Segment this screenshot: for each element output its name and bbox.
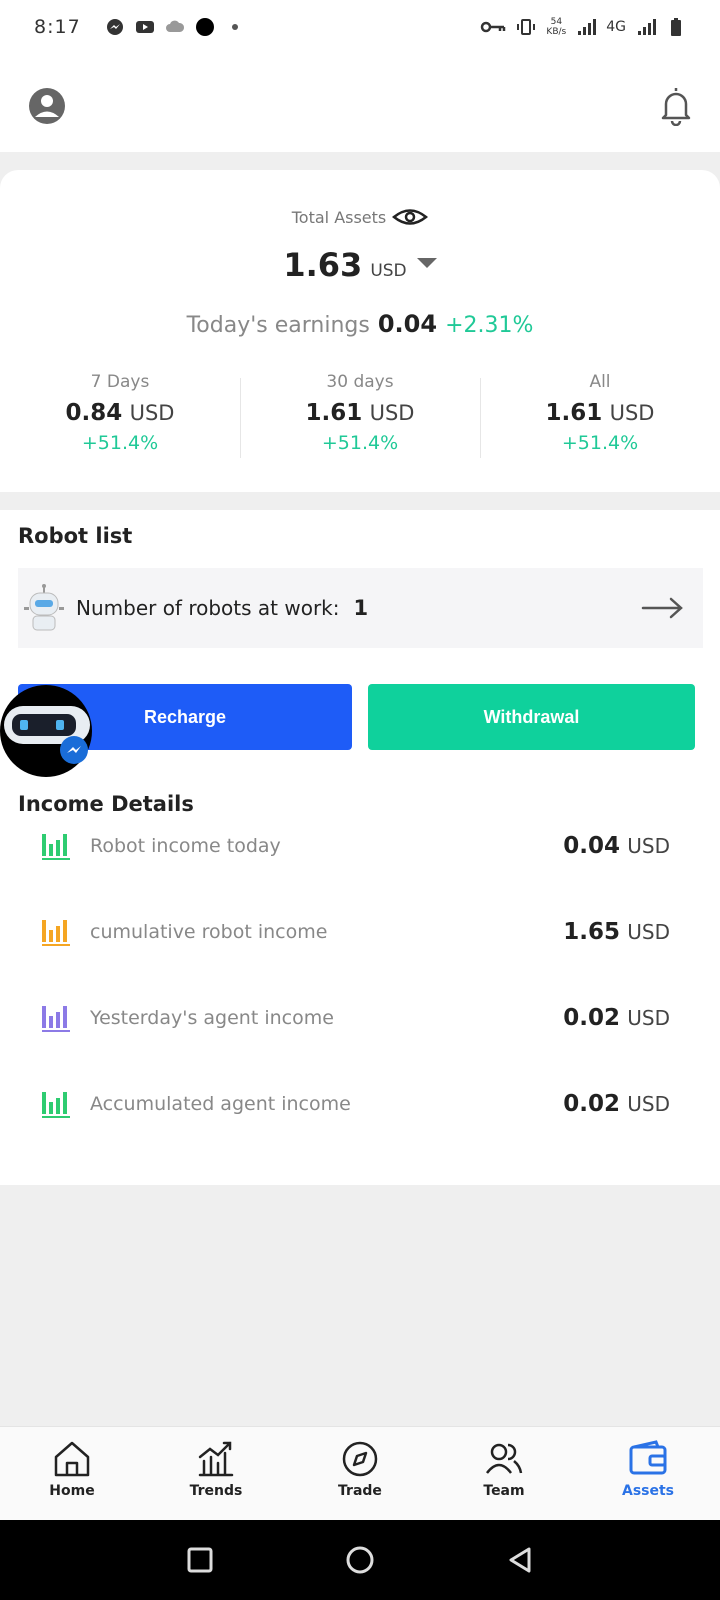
total-amount-row: 1.63 USD — [0, 246, 720, 284]
robot-list-title: Robot list — [18, 524, 133, 548]
compass-icon — [342, 1441, 378, 1477]
income-label: Yesterday's agent income — [90, 1007, 334, 1029]
robot-icon — [24, 584, 64, 631]
system-navigation-bar — [0, 1520, 720, 1600]
stat-pct: +51.4% — [321, 432, 399, 454]
vibrate-icon — [517, 19, 536, 35]
nav-label: Trends — [189, 1483, 243, 1499]
vpn-key-icon — [481, 21, 506, 33]
withdrawal-button[interactable]: Withdrawal — [368, 684, 695, 750]
signal-icon — [578, 19, 597, 35]
stat-label: 30 days — [326, 372, 394, 392]
nav-trade[interactable]: Trade — [288, 1427, 432, 1520]
speed-value: 54 — [550, 17, 563, 27]
robot-income-section: Robot list Number of robots at work: 1 R… — [0, 510, 720, 1185]
today-earnings-row: Today's earnings 0.04 +2.31% — [0, 310, 720, 338]
income-details-title: Income Details — [18, 792, 194, 816]
battery-icon — [671, 18, 681, 36]
today-earnings-pct: +2.31% — [445, 313, 534, 338]
income-row: Accumulated agent income 0.02 USD — [40, 1084, 670, 1124]
recents-icon[interactable] — [185, 1545, 215, 1575]
bar-chart-icon — [42, 1092, 70, 1118]
nav-label: Team — [483, 1483, 525, 1499]
nav-label: Trade — [338, 1483, 382, 1499]
floating-robot-chat-icon[interactable] — [0, 676, 92, 786]
wallet-icon — [629, 1440, 667, 1475]
nav-team[interactable]: Team — [432, 1427, 576, 1520]
nav-label: Home — [49, 1483, 95, 1499]
bar-chart-icon — [42, 1006, 70, 1032]
status-time: 8:17 — [34, 16, 81, 38]
nav-home[interactable]: Home — [0, 1427, 144, 1520]
robots-working-label: Number of robots at work: — [76, 596, 340, 620]
stat-pct: +51.4% — [561, 432, 639, 454]
income-label: Robot income today — [90, 835, 281, 857]
robots-at-work-row[interactable]: Number of robots at work: 1 — [18, 568, 703, 648]
stat-30-days: 30 days 1.61 USD +51.4% — [240, 370, 480, 460]
income-label: cumulative robot income — [90, 921, 328, 943]
today-earnings-label: Today's earnings — [186, 313, 370, 338]
stat-value: 0.84 USD — [65, 400, 175, 426]
income-value: 0.02 USD — [563, 1091, 670, 1117]
status-right: 54 KB/s 4G — [480, 17, 686, 37]
messenger-icon — [106, 19, 123, 35]
income-row: Yesterday's agent income 0.02 USD — [40, 998, 670, 1038]
user-avatar-icon[interactable] — [27, 86, 67, 126]
income-value: 0.02 USD — [563, 1005, 670, 1031]
income-row: Robot income today 0.04 USD — [40, 826, 670, 866]
caret-down-icon[interactable] — [416, 258, 437, 268]
robots-working-count: 1 — [353, 596, 369, 620]
bottom-navigation: Home Trends Trade Team Assets — [0, 1426, 720, 1520]
status-bar: 8:17 54 KB/s 4G — [0, 0, 720, 54]
currency-selector[interactable]: USD — [370, 261, 406, 281]
network-type: 4G — [606, 19, 626, 35]
signal-icon-2 — [638, 19, 656, 35]
income-label: Accumulated agent income — [90, 1093, 351, 1115]
app-header — [0, 54, 720, 152]
nav-label: Assets — [621, 1483, 675, 1499]
income-row: cumulative robot income 1.65 USD — [40, 912, 670, 952]
bar-chart-icon — [42, 834, 70, 860]
network-speed: 54 KB/s — [546, 17, 566, 37]
stat-label: 7 Days — [90, 372, 150, 392]
period-stats: 7 Days 0.84 USD +51.4% 30 days 1.61 USD … — [0, 370, 720, 460]
back-icon[interactable] — [505, 1545, 535, 1575]
stat-pct: +51.4% — [81, 432, 159, 454]
stat-value: 1.61 USD — [305, 400, 415, 426]
eye-icon[interactable] — [392, 204, 429, 230]
total-amount: 1.63 — [283, 246, 363, 284]
chart-icon — [198, 1441, 234, 1477]
income-value: 1.65 USD — [563, 919, 670, 945]
bar-chart-icon — [42, 920, 70, 946]
notification-icons — [105, 17, 245, 37]
nav-trends[interactable]: Trends — [144, 1427, 288, 1520]
nav-assets[interactable]: Assets — [576, 1427, 720, 1520]
small-dot-icon — [231, 24, 238, 30]
stat-value: 1.61 USD — [545, 400, 655, 426]
income-value: 0.04 USD — [563, 833, 670, 859]
total-assets-row: Total Assets — [0, 204, 720, 230]
cloud-icon — [165, 20, 184, 32]
stat-label: All — [589, 372, 611, 392]
stat-all: All 1.61 USD +51.4% — [480, 370, 720, 460]
bell-icon[interactable] — [658, 84, 694, 126]
speed-unit: KB/s — [546, 27, 567, 37]
team-icon — [486, 1443, 523, 1474]
assets-card: Total Assets 1.63 USD Today's earnings 0… — [0, 170, 720, 492]
home-circle-icon[interactable] — [345, 1545, 375, 1575]
dot-icon — [195, 18, 214, 36]
arrow-right-icon[interactable] — [641, 596, 685, 620]
today-earnings-value: 0.04 — [377, 310, 438, 338]
stat-7-days: 7 Days 0.84 USD +51.4% — [0, 370, 240, 460]
home-icon — [54, 1441, 90, 1477]
youtube-icon — [135, 21, 154, 33]
total-assets-label: Total Assets — [291, 207, 387, 227]
